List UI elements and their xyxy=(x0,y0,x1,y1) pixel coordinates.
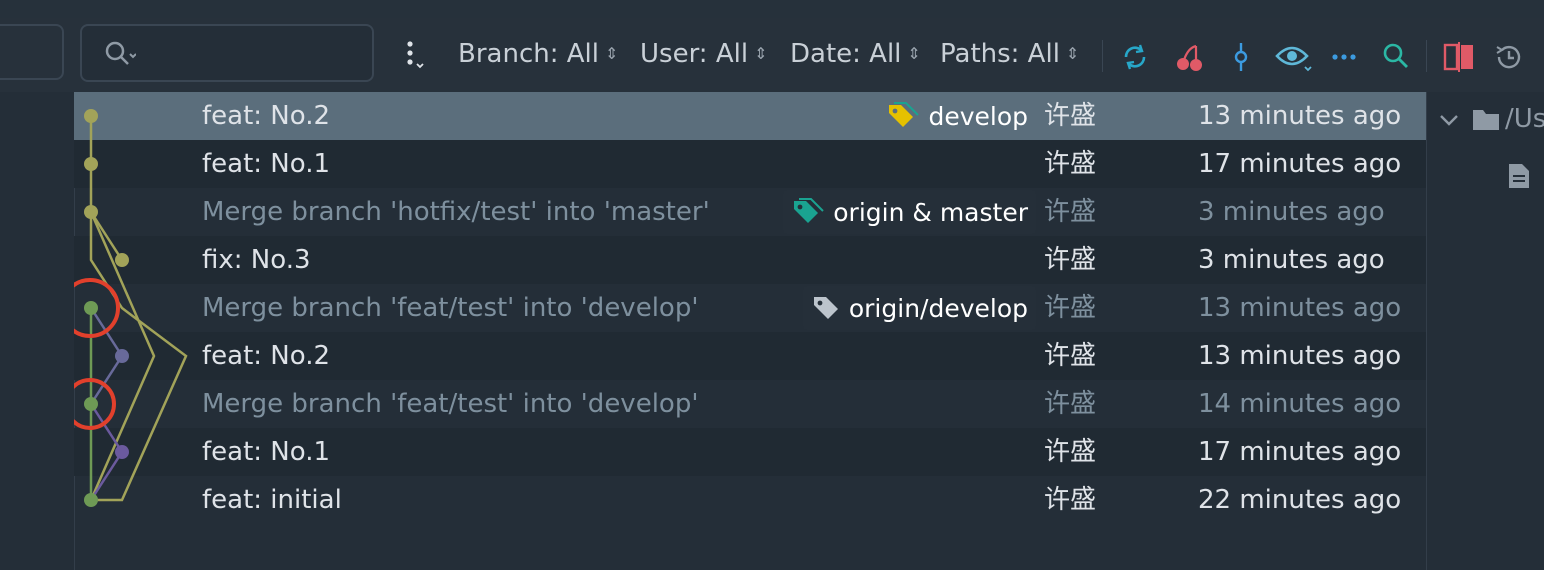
tag-icon xyxy=(794,198,824,223)
commit-date: 14 minutes ago xyxy=(1198,389,1402,419)
cherry-pick-icon[interactable] xyxy=(1172,40,1206,74)
branch-label[interactable]: develop xyxy=(878,94,1036,138)
commit-row[interactable]: Merge branch 'hotfix/test' into 'master'… xyxy=(74,188,1426,236)
branch-label-text: origin/develop xyxy=(848,293,1028,323)
date-filter-label: Date: All xyxy=(790,39,902,69)
commit-date: 13 minutes ago xyxy=(1198,293,1402,323)
tag-icon xyxy=(889,102,920,127)
branch-label-text: develop xyxy=(928,101,1028,131)
history-icon[interactable] xyxy=(1492,40,1526,74)
commit-row[interactable]: feat: No.1 许盛 17 minutes ago xyxy=(74,140,1426,188)
commit-row[interactable]: feat: No.2 develop 许盛 13 minutes ago xyxy=(74,92,1426,140)
branches-panel-toggle[interactable] xyxy=(0,24,64,80)
file-icon[interactable] xyxy=(1507,162,1531,190)
commit-date: 13 minutes ago xyxy=(1198,101,1402,131)
diff-icon[interactable] xyxy=(1442,40,1476,74)
commit-message: Merge branch 'hotfix/test' into 'master' xyxy=(202,197,710,227)
commit-message: feat: No.2 xyxy=(202,101,331,131)
commit-list: feat: No.2 develop 许盛 13 minutes ago fea… xyxy=(74,92,1426,524)
branch-filter-label: Branch: All xyxy=(458,39,599,69)
refresh-icon[interactable] xyxy=(1118,40,1152,74)
top-strip xyxy=(0,0,1544,19)
commit-date: 13 minutes ago xyxy=(1198,341,1402,371)
commit-author: 许盛 xyxy=(1044,293,1097,323)
paths-filter-label: Paths: All xyxy=(940,39,1060,69)
date-filter[interactable]: Date: All ⇕ xyxy=(790,38,921,70)
folder-icon xyxy=(1473,110,1499,130)
commit-date: 22 minutes ago xyxy=(1198,485,1402,515)
updown-chevron-icon: ⇕ xyxy=(754,44,768,63)
commit-message: Merge branch 'feat/test' into 'develop' xyxy=(202,389,699,419)
toolbar-separator xyxy=(1426,40,1427,72)
commit-row[interactable]: feat: No.1 许盛 17 minutes ago xyxy=(74,428,1426,476)
more-vertical-icon[interactable] xyxy=(400,38,430,70)
commit-author: 许盛 xyxy=(1044,197,1097,227)
commit-row[interactable]: feat: No.2 许盛 13 minutes ago xyxy=(74,332,1426,380)
commit-author: 许盛 xyxy=(1044,485,1097,515)
search-icon[interactable] xyxy=(1380,40,1414,74)
eye-icon[interactable] xyxy=(1274,40,1314,74)
commit-author: 许盛 xyxy=(1044,389,1097,419)
user-filter[interactable]: User: All ⇕ xyxy=(640,38,767,70)
commit-row[interactable]: Merge branch 'feat/test' into 'develop' … xyxy=(74,284,1426,332)
commit-author: 许盛 xyxy=(1044,341,1097,371)
commit-message: feat: No.2 xyxy=(202,341,331,371)
commit-row[interactable]: fix: No.3 许盛 3 minutes ago xyxy=(74,236,1426,284)
branch-label[interactable]: origin & master xyxy=(783,190,1036,234)
commit-author: 许盛 xyxy=(1044,437,1097,467)
log-toolbar: Branch: All ⇕ User: All ⇕ Date: All ⇕ Paths… xyxy=(0,18,1544,92)
updown-chevron-icon: ⇕ xyxy=(1065,44,1080,63)
branch-label[interactable]: origin/develop xyxy=(802,286,1036,330)
updown-chevron-icon: ⇕ xyxy=(604,44,619,63)
updown-chevron-icon: ⇕ xyxy=(907,44,921,63)
user-filter-label: User: All xyxy=(640,39,749,69)
file-path: /Us xyxy=(1505,104,1544,134)
commit-date: 17 minutes ago xyxy=(1198,437,1402,467)
paths-filter[interactable]: Paths: All ⇕ xyxy=(940,38,1079,70)
commit-row[interactable]: Merge branch 'feat/test' into 'develop' … xyxy=(74,380,1426,428)
toolbar-separator xyxy=(1102,40,1103,72)
commit-date: 3 minutes ago xyxy=(1198,245,1385,275)
changes-panel: /Us xyxy=(1426,92,1544,570)
commit-message: feat: initial xyxy=(202,485,342,515)
branch-filter[interactable]: Branch: All ⇕ xyxy=(458,38,618,70)
commit-author: 许盛 xyxy=(1044,101,1097,131)
commit-message: feat: No.1 xyxy=(202,149,331,179)
chevron-down-icon[interactable] xyxy=(1439,112,1459,128)
more-horizontal-icon[interactable] xyxy=(1328,40,1362,74)
commit-message: Merge branch 'feat/test' into 'develop' xyxy=(202,293,699,323)
branch-label-text: origin & master xyxy=(833,197,1028,227)
search-input[interactable] xyxy=(80,24,374,82)
commit-row[interactable]: feat: initial 许盛 22 minutes ago xyxy=(74,476,1426,524)
commit-author: 许盛 xyxy=(1044,149,1097,179)
commit-message: feat: No.1 xyxy=(202,437,331,467)
commit-author: 许盛 xyxy=(1044,245,1097,275)
commit-date: 3 minutes ago xyxy=(1198,197,1385,227)
tag-icon xyxy=(813,297,838,319)
commit-date: 17 minutes ago xyxy=(1198,149,1402,179)
commit-message: fix: No.3 xyxy=(202,245,311,275)
search-icon xyxy=(105,41,136,65)
branches-panel xyxy=(0,92,75,570)
commit-icon[interactable] xyxy=(1224,40,1258,74)
